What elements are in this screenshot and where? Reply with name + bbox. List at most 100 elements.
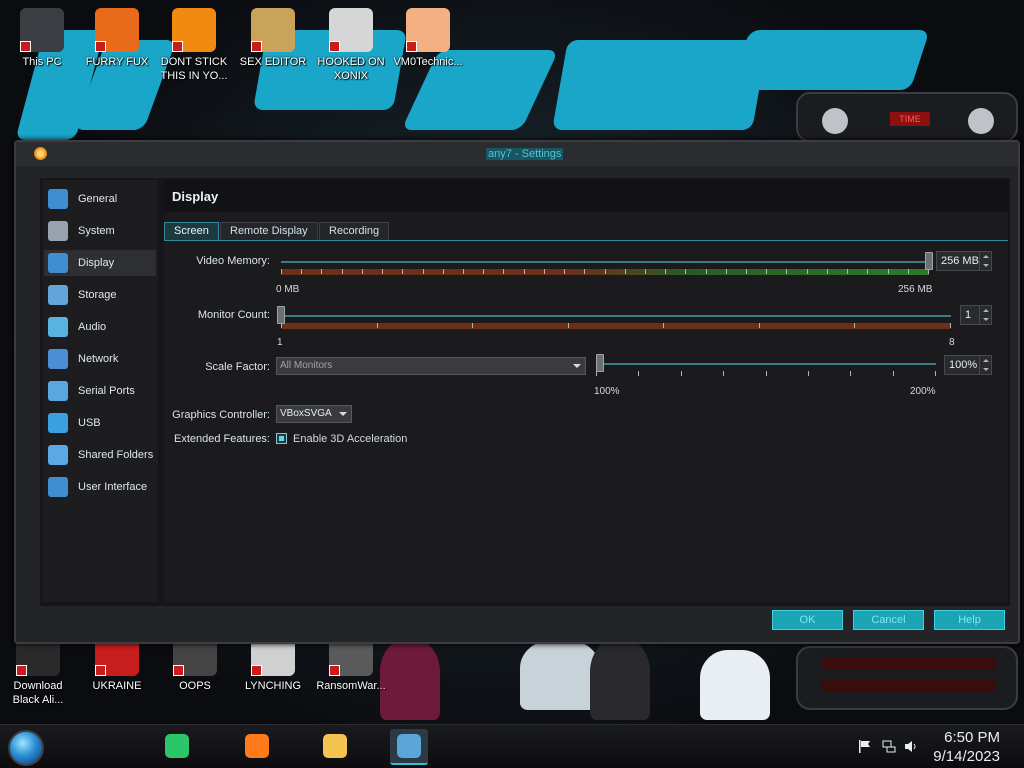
cancel-button[interactable]: Cancel	[853, 610, 924, 630]
help-button[interactable]: Help	[934, 610, 1005, 630]
scale-factor-track	[596, 363, 936, 365]
clock-time[interactable]: 6:50 PM	[944, 729, 1000, 746]
flag-icon[interactable]	[858, 740, 872, 753]
sidebar-item-label: Shared Folders	[78, 449, 154, 461]
taskbar-app-button[interactable]	[390, 729, 428, 765]
usb-icon	[48, 413, 68, 433]
slider-tick	[638, 371, 639, 376]
scale-factor-monitor-combo[interactable]: All Monitors	[276, 357, 586, 375]
folder-icon	[48, 445, 68, 465]
slider-tick	[854, 323, 855, 328]
slider-tick	[362, 269, 363, 274]
video-memory-spinbox[interactable]: 256 MB	[936, 251, 992, 271]
slider-tick	[281, 269, 282, 274]
slider-tick	[888, 269, 889, 274]
desktop-icon-label: OOPS	[179, 680, 211, 692]
video-memory-ticks	[281, 269, 929, 275]
desktop-icon[interactable]: HOOKED ON XONIX	[313, 8, 389, 83]
desktop-icon-label: SEX EDITOR	[239, 56, 307, 68]
enable-3d-acceleration-checkbox[interactable]	[276, 433, 287, 444]
sidebar-item-serial-ports[interactable]: Serial Ports	[44, 378, 156, 404]
sidebar-item-general[interactable]: General	[44, 186, 156, 212]
sidebar-item-usb[interactable]: USB	[44, 410, 156, 436]
scale-factor-combo-value: All Monitors	[280, 360, 333, 371]
taskbar-app-button[interactable]	[158, 729, 196, 765]
window-icon	[48, 477, 68, 497]
spin-arrows-icon[interactable]	[979, 252, 991, 270]
monitor-count-label: Monitor Count:	[197, 309, 270, 321]
sidebar-item-label: User Interface	[78, 481, 148, 493]
dropdown-caret-icon	[339, 412, 347, 416]
sidebar-item-display[interactable]: Display	[44, 250, 156, 276]
shortcut-image-icon	[95, 8, 139, 52]
enable-3d-acceleration-label[interactable]: Enable 3D Acceleration	[293, 433, 407, 445]
tab-recording[interactable]: Recording	[319, 222, 390, 240]
desktop-icon[interactable]: FURRY FUX	[79, 8, 155, 69]
tab-screen[interactable]: Screen	[164, 222, 219, 240]
sidebar-item-network[interactable]: Network	[44, 346, 156, 372]
sidebar-item-system[interactable]: System	[44, 218, 156, 244]
monitor-count-slider[interactable]	[277, 306, 285, 324]
video-memory-min-label: 0 MB	[276, 284, 300, 295]
desktop-icon-label: Download Black Ali...	[12, 680, 64, 706]
shortcut-arrow-icon	[329, 665, 340, 676]
slider-tick	[807, 269, 808, 274]
video-memory-track	[281, 261, 929, 263]
desktop-icon-label: LYNCHING	[244, 680, 302, 692]
scale-factor-slider[interactable]	[596, 354, 604, 372]
taskbar-app-button[interactable]	[316, 729, 354, 765]
slider-tick	[847, 269, 848, 274]
sidebar-item-audio[interactable]: Audio	[44, 314, 156, 340]
shortcut-image-icon	[329, 8, 373, 52]
sidebar-item-shared-folders[interactable]: Shared Folders	[44, 442, 156, 468]
shortcut-arrow-icon	[173, 665, 184, 676]
scale-factor-min-label: 100%	[594, 386, 620, 397]
desktop-icon[interactable]: VM0Technic...	[390, 8, 466, 69]
desktop-icon-label: HOOKED ON XONIX	[317, 56, 385, 82]
start-button[interactable]	[8, 730, 44, 766]
monitor-count-min-label: 1	[277, 337, 283, 348]
slider-tick	[808, 371, 809, 376]
tab-remote-display[interactable]: Remote Display	[220, 222, 318, 240]
slider-tick	[723, 371, 724, 376]
scale-factor-spinbox[interactable]: 100%	[944, 355, 992, 375]
sidebar-item-storage[interactable]: Storage	[44, 282, 156, 308]
slider-tick	[584, 269, 585, 274]
network-icon	[48, 349, 68, 369]
slider-tick	[685, 269, 686, 274]
network-icon[interactable]	[882, 740, 896, 753]
slider-tick	[342, 269, 343, 274]
desktop-icon[interactable]: This PC	[4, 8, 80, 69]
desktop-icon[interactable]: DONT STICK THIS IN YO...	[156, 8, 232, 83]
slider-tick	[564, 269, 565, 274]
taskbar-app-button[interactable]	[238, 729, 276, 765]
window-titlebar[interactable]: any7 - Settings	[16, 142, 1018, 166]
settings-client-area: General System Display Storage Audio Network S…	[40, 178, 1010, 606]
shortcut-arrow-icon	[329, 41, 340, 52]
slider-tick	[867, 269, 868, 274]
virtualbox-icon	[397, 734, 421, 758]
graphics-controller-combo[interactable]: VBoxSVGA	[276, 405, 352, 423]
meter-gadget	[796, 646, 1018, 710]
desktop-icon[interactable]: SEX EDITOR	[235, 8, 311, 69]
monitor-icon	[48, 189, 68, 209]
spin-arrows-icon[interactable]	[979, 306, 991, 324]
clock-date[interactable]: 9/14/2023	[933, 748, 1000, 765]
sidebar-item-user-interface[interactable]: User Interface	[44, 474, 156, 500]
shortcut-arrow-icon	[406, 41, 417, 52]
monitor-count-spinbox[interactable]: 1	[960, 305, 992, 325]
clock-gadget: TIME	[796, 92, 1018, 142]
video-memory-slider[interactable]	[925, 252, 933, 270]
desktop-icon-label: VM0Technic...	[393, 56, 463, 68]
shortcut-image-icon	[406, 8, 450, 52]
slider-tick	[786, 269, 787, 274]
settings-window: any7 - Settings General System Display Stor…	[14, 140, 1020, 644]
slider-tick	[382, 269, 383, 274]
volume-icon[interactable]	[904, 740, 918, 753]
spin-arrows-icon[interactable]	[979, 356, 991, 374]
slider-tick	[321, 269, 322, 274]
sidebar-item-label: System	[78, 225, 115, 237]
ok-button[interactable]: OK	[772, 610, 843, 630]
sidebar-item-label: Serial Ports	[78, 385, 135, 397]
slider-tick	[706, 269, 707, 274]
